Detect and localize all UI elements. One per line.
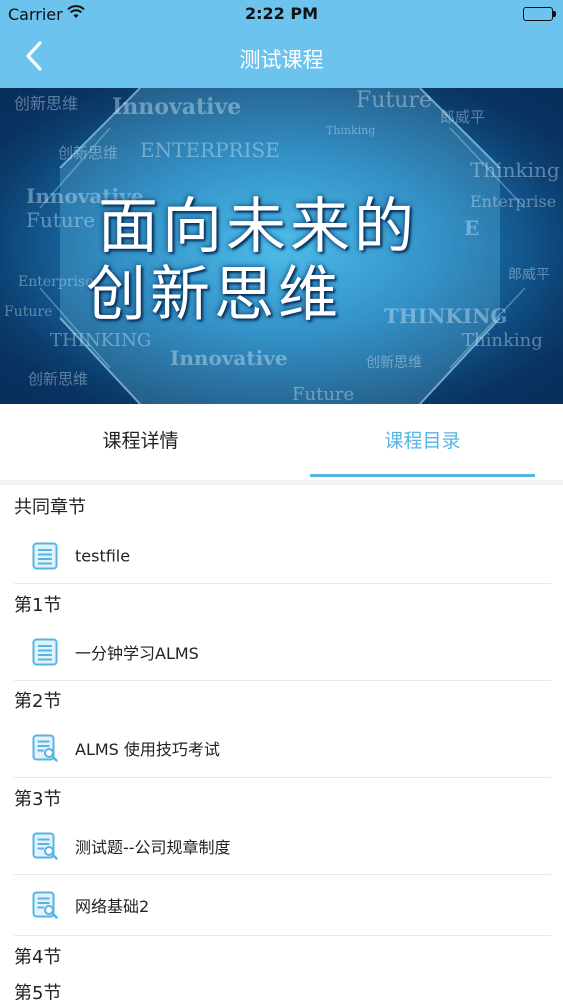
section-title: 第2节 — [14, 691, 62, 712]
banner-watermark: THINKING — [384, 304, 508, 328]
section-title: 第3节 — [14, 789, 62, 810]
list-item-label: ALMS 使用技巧考试 — [75, 740, 220, 759]
banner-watermark: Future — [292, 384, 355, 404]
exam-icon — [32, 734, 58, 762]
banner-watermark: 创新思维 — [14, 94, 79, 113]
exam-icon — [32, 891, 58, 919]
list-item[interactable]: ALMS 使用技巧考试 — [14, 721, 551, 775]
section-title: 第5节 — [14, 983, 62, 1000]
banner-watermark: Future — [356, 88, 432, 113]
banner-watermark: Enterprise — [470, 192, 557, 211]
top-header: Carrier 2:22 PM 测试课程 — [0, 0, 563, 88]
list-item-label: 测试题--公司规章制度 — [75, 838, 231, 857]
divider — [14, 583, 551, 584]
divider — [14, 777, 551, 778]
tab-course-detail[interactable]: 课程详情 — [0, 404, 281, 480]
divider — [14, 935, 551, 936]
banner-watermark: Thinking — [326, 124, 376, 137]
course-tabs: 课程详情 课程目录 — [0, 404, 563, 480]
banner-watermark: Thinking — [470, 158, 560, 182]
document-icon — [32, 542, 58, 570]
list-item-label: 网络基础2 — [75, 897, 150, 916]
banner-headline-line2: 创新思维 — [86, 260, 342, 330]
list-item-label: testfile — [75, 546, 131, 566]
banner-watermark: THINKING — [50, 330, 152, 351]
status-bar: Carrier 2:22 PM — [0, 0, 563, 30]
banner-watermark: 郎威平 — [508, 267, 550, 283]
status-time: 2:22 PM — [244, 4, 318, 23]
list-item-label: 一分钟学习ALMS — [75, 644, 199, 663]
document-icon — [32, 638, 58, 666]
active-tab-indicator — [310, 474, 535, 477]
list-item[interactable]: 网络基础2 — [14, 877, 551, 933]
tab-course-catalog[interactable]: 课程目录 — [282, 404, 563, 480]
tabs-divider — [0, 480, 563, 485]
list-item[interactable]: 一分钟学习ALMS — [14, 625, 551, 679]
course-banner-image: 创新思维 Innovative Future 郎威平 Thinking 创新思维… — [0, 88, 563, 404]
banner-watermark: Enterprise — [18, 274, 94, 290]
banner-watermark: 郎威平 — [440, 108, 486, 126]
banner-watermark: 创新思维 — [366, 355, 422, 371]
section-title: 第4节 — [14, 947, 62, 968]
banner-watermark: E — [464, 216, 480, 240]
list-item[interactable]: testfile — [14, 529, 551, 583]
exam-icon — [32, 832, 58, 860]
section-title: 第1节 — [14, 595, 62, 616]
divider — [14, 680, 551, 681]
banner-watermark: Innovative — [170, 346, 288, 370]
divider — [14, 874, 551, 875]
banner-watermark: Innovative — [112, 94, 242, 120]
banner-watermark: Thinking — [462, 330, 543, 351]
banner-watermark: Future — [26, 208, 96, 232]
banner-watermark: ENTERPRISE — [140, 138, 280, 162]
list-item[interactable]: 测试题--公司规章制度 — [14, 819, 551, 873]
battery-icon — [523, 7, 556, 21]
banner-watermark: Future — [4, 304, 53, 320]
page-title: 测试课程 — [239, 48, 324, 72]
banner-watermark: 创新思维 — [58, 144, 119, 162]
banner-watermark: 创新思维 — [28, 370, 89, 388]
section-title: 共同章节 — [14, 497, 86, 518]
